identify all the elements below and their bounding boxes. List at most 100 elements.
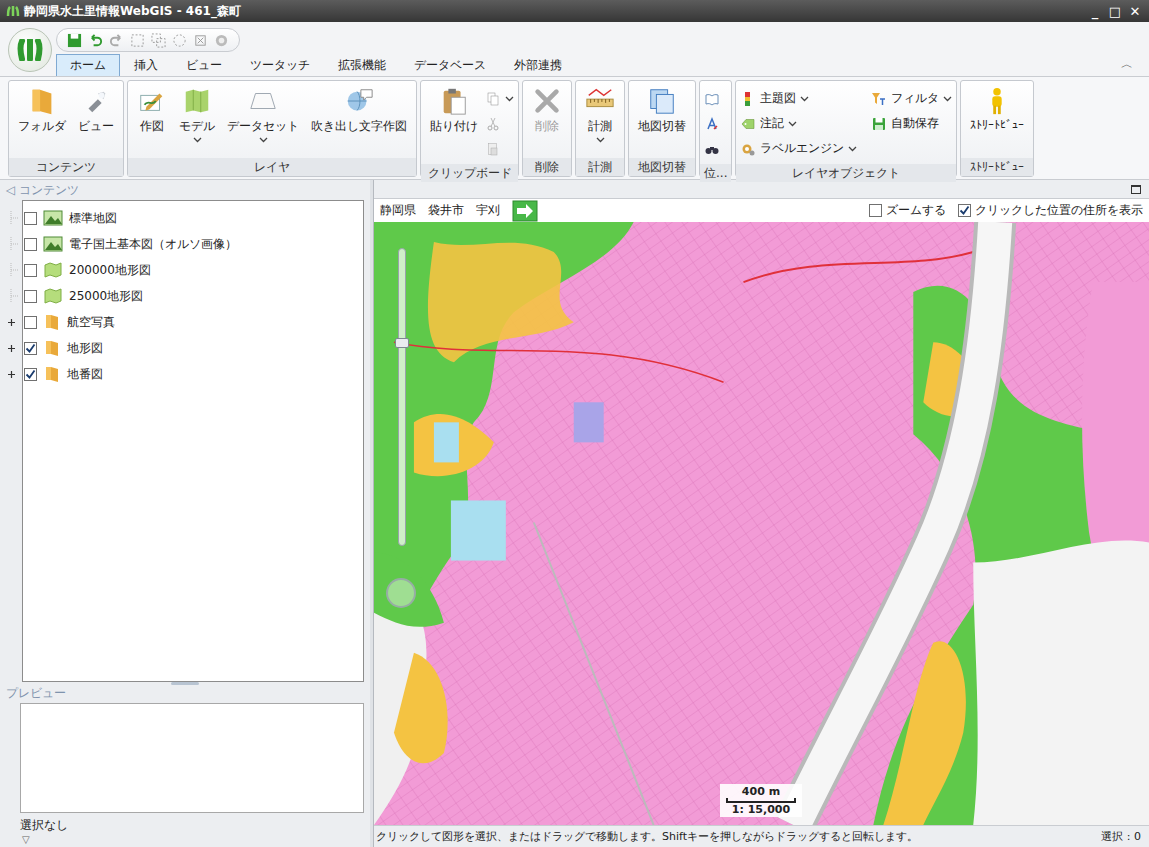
rect-select-icon[interactable] bbox=[130, 33, 145, 48]
multi-select-icon[interactable] bbox=[151, 33, 166, 48]
layer-tree-item[interactable]: 標準地図 bbox=[4, 205, 363, 231]
map-image[interactable] bbox=[374, 222, 1149, 825]
layer-label: 地番図 bbox=[67, 366, 103, 383]
layer-checkbox[interactable] bbox=[24, 342, 37, 355]
layer-tree-item[interactable]: 25000地形図 bbox=[4, 283, 363, 309]
ribbon-tab[interactable]: 外部連携 bbox=[500, 54, 576, 76]
save-icon[interactable] bbox=[67, 33, 82, 48]
layer-tree-item[interactable]: 地形図 bbox=[4, 335, 363, 361]
window-control-button[interactable]: □ bbox=[1107, 4, 1123, 19]
ribbon-small-button[interactable]: ラベルエンジン bbox=[740, 136, 857, 161]
autosave-icon[interactable] bbox=[871, 116, 887, 132]
ribbon-button[interactable]: 削除 bbox=[527, 84, 567, 137]
binoculars-icon[interactable] bbox=[704, 141, 720, 157]
ribbon-button[interactable]: ビュー bbox=[73, 84, 119, 137]
maximize-icon[interactable] bbox=[1131, 185, 1141, 194]
filter-icon[interactable] bbox=[871, 91, 887, 107]
layer-checkbox[interactable] bbox=[24, 290, 37, 303]
collapse-ribbon-button[interactable]: ︿ bbox=[1121, 56, 1141, 76]
circle-select-icon[interactable] bbox=[172, 33, 187, 48]
chevron-down-icon[interactable] bbox=[943, 96, 952, 102]
chevron-down-icon[interactable] bbox=[505, 96, 514, 102]
ribbon-small-button[interactable] bbox=[485, 136, 514, 161]
zoom-slider[interactable] bbox=[398, 248, 406, 546]
ribbon-small-button[interactable] bbox=[485, 86, 514, 111]
zoom-slider-thumb[interactable] bbox=[395, 338, 409, 348]
expand-button[interactable]: ▽ bbox=[0, 834, 370, 845]
tree-expander[interactable] bbox=[4, 341, 18, 355]
layer-tree-item[interactable]: 地番図 bbox=[4, 361, 363, 387]
thematic-map-icon[interactable] bbox=[740, 91, 756, 107]
plus-icon[interactable] bbox=[7, 370, 16, 379]
chevron-down-icon[interactable] bbox=[788, 121, 797, 127]
ribbon-small-button[interactable]: 主題図 bbox=[740, 86, 857, 111]
ribbon-button[interactable]: フォルダ bbox=[13, 84, 71, 137]
basemap-icon bbox=[43, 236, 63, 252]
map-view[interactable]: 400 m1: 15,000 bbox=[374, 222, 1149, 825]
ribbon-button[interactable]: 吹き出し文字作図 bbox=[306, 84, 412, 137]
text-a-icon[interactable] bbox=[704, 116, 720, 132]
ribbon-small-button[interactable] bbox=[485, 111, 514, 136]
tree-expander[interactable] bbox=[4, 315, 18, 329]
paste-special-icon[interactable] bbox=[485, 141, 501, 157]
flashlight-icon bbox=[81, 86, 111, 116]
ribbon-small-button[interactable] bbox=[704, 86, 720, 111]
ribbon-small-button[interactable]: 注記 bbox=[740, 111, 857, 136]
ribbon-button[interactable]: モデル bbox=[174, 84, 220, 145]
ribbon-small-button[interactable]: 自動保存 bbox=[871, 111, 952, 136]
redo-icon[interactable] bbox=[109, 33, 124, 48]
delete-icon bbox=[532, 86, 562, 116]
map-option-checkbox[interactable]: クリックした位置の住所を表示 bbox=[958, 202, 1143, 219]
ribbon-tab[interactable]: 拡張機能 bbox=[324, 54, 400, 76]
book-icon[interactable] bbox=[704, 91, 720, 107]
undo-icon[interactable] bbox=[88, 33, 103, 48]
ribbon-tab[interactable]: ビュー bbox=[172, 54, 236, 76]
layer-checkbox[interactable] bbox=[24, 212, 37, 225]
go-arrow-icon[interactable] bbox=[512, 200, 538, 222]
panel-splitter[interactable] bbox=[0, 682, 370, 685]
window-control-button[interactable]: _ bbox=[1087, 4, 1103, 19]
plus-icon[interactable] bbox=[7, 318, 16, 327]
clear-select-icon[interactable] bbox=[193, 33, 208, 48]
layer-checkbox[interactable] bbox=[24, 238, 37, 251]
ribbon-button[interactable]: 地図切替 bbox=[633, 84, 691, 137]
ribbon-tab[interactable]: データベース bbox=[400, 54, 500, 76]
ribbon-tab[interactable]: 挿入 bbox=[120, 54, 172, 76]
label-engine-icon[interactable] bbox=[740, 141, 756, 157]
refresh-icon[interactable] bbox=[214, 33, 229, 48]
ribbon-button[interactable]: 貼り付け bbox=[425, 84, 483, 137]
chevron-down-icon[interactable] bbox=[596, 137, 605, 143]
layer-tree-item[interactable]: 電子国土基本図（オルソ画像） bbox=[4, 231, 363, 257]
ribbon-button[interactable]: 作図 bbox=[132, 84, 172, 137]
chevron-down-icon[interactable] bbox=[259, 137, 268, 143]
ribbon-button[interactable]: データセット bbox=[222, 84, 304, 145]
chevron-down-icon[interactable] bbox=[193, 137, 202, 143]
tree-expander[interactable] bbox=[4, 367, 18, 381]
cut-icon[interactable] bbox=[485, 116, 501, 132]
ribbon-tab[interactable]: ツータッチ bbox=[236, 54, 324, 76]
ribbon-button[interactable]: ｽﾄﾘｰﾄﾋﾞｭｰ bbox=[965, 84, 1029, 134]
ribbon-small-button[interactable]: フィルタ bbox=[871, 86, 952, 111]
collapse-panel-button[interactable]: ◁ bbox=[6, 183, 15, 197]
checkbox[interactable] bbox=[869, 204, 882, 217]
ribbon-small-button[interactable] bbox=[704, 136, 720, 161]
annotation-icon[interactable] bbox=[740, 116, 756, 132]
checkbox[interactable] bbox=[958, 204, 971, 217]
layer-checkbox[interactable] bbox=[24, 368, 37, 381]
plus-icon[interactable] bbox=[7, 344, 16, 353]
ribbon-small-button[interactable] bbox=[704, 111, 720, 136]
option-label: ズームする bbox=[886, 202, 946, 219]
layer-tree-item[interactable]: 航空写真 bbox=[4, 309, 363, 335]
rotate-compass[interactable] bbox=[386, 578, 416, 608]
layer-checkbox[interactable] bbox=[24, 264, 37, 277]
layer-tree-item[interactable]: 200000地形図 bbox=[4, 257, 363, 283]
chevron-down-icon[interactable] bbox=[848, 146, 857, 152]
ribbon-tab[interactable]: ホーム bbox=[56, 54, 120, 76]
map-option-checkbox[interactable]: ズームする bbox=[869, 202, 946, 219]
layer-checkbox[interactable] bbox=[24, 316, 37, 329]
window-control-button[interactable]: ✕ bbox=[1127, 4, 1143, 19]
copy-icon[interactable] bbox=[485, 91, 501, 107]
app-menu-button[interactable] bbox=[8, 28, 52, 72]
chevron-down-icon[interactable] bbox=[800, 96, 809, 102]
ribbon-button[interactable]: 計測 bbox=[580, 84, 620, 145]
